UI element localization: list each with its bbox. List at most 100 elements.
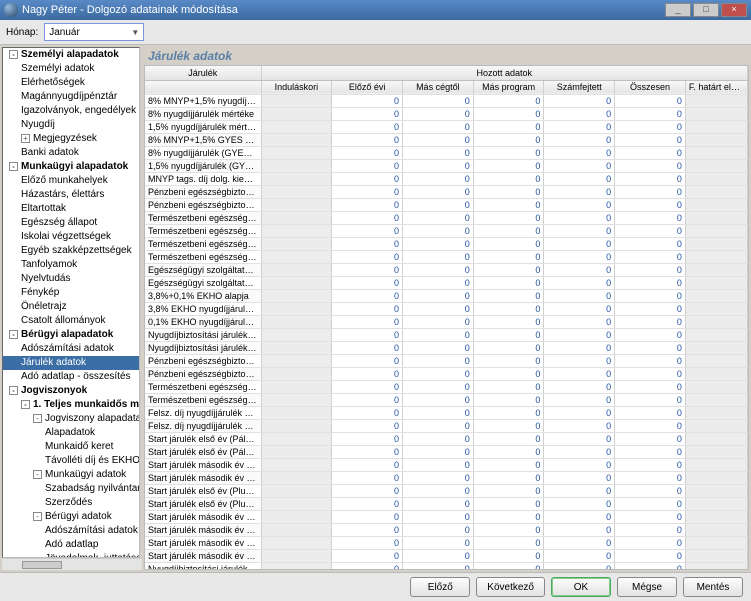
cell-value[interactable]: 0 [332, 497, 403, 510]
collapse-icon[interactable]: - [33, 414, 42, 423]
cell-value[interactable]: 0 [402, 497, 473, 510]
cell-value[interactable]: 0 [332, 328, 403, 341]
cell-value[interactable]: 0 [402, 380, 473, 393]
table-row[interactable]: Start járulék második év (Extra) mér…000… [145, 549, 748, 562]
cell-value[interactable]: 0 [544, 562, 615, 570]
table-row[interactable]: MNYP tags. díj dolg. kieg. mértéke00000 [145, 172, 748, 185]
cell-value[interactable]: 0 [615, 406, 686, 419]
cell-indulaskori[interactable] [261, 458, 332, 471]
cell-value[interactable]: 0 [473, 224, 544, 237]
cell-value[interactable]: 0 [615, 354, 686, 367]
cell-value[interactable]: 0 [615, 549, 686, 562]
cell-value[interactable]: 0 [473, 172, 544, 185]
cell-indulaskori[interactable] [261, 185, 332, 198]
cell-value[interactable]: 0 [402, 536, 473, 549]
tree-item[interactable]: Alapadatok [3, 426, 139, 440]
cell-value[interactable]: 0 [402, 94, 473, 107]
cell-value[interactable]: 0 [544, 289, 615, 302]
cell-indulaskori[interactable] [261, 224, 332, 237]
cell-value[interactable]: 0 [473, 445, 544, 458]
cell-value[interactable]: 0 [544, 432, 615, 445]
cell-indulaskori[interactable] [261, 445, 332, 458]
cell-value[interactable]: 0 [332, 211, 403, 224]
cell-value[interactable]: 0 [615, 159, 686, 172]
cell-value[interactable]: 0 [402, 250, 473, 263]
month-dropdown[interactable]: Január ▼ [44, 23, 144, 41]
table-row[interactable]: 8% nyugdíjjárulék mértéke00000 [145, 107, 748, 120]
tree-item[interactable]: -Jogviszonyok [3, 384, 139, 398]
cell-value[interactable]: 0 [332, 484, 403, 497]
cell-value[interactable]: 0 [615, 380, 686, 393]
cell-value[interactable]: 0 [615, 445, 686, 458]
cell-value[interactable]: 0 [402, 341, 473, 354]
cell-value[interactable]: 0 [473, 497, 544, 510]
tree-item[interactable]: -Jogviszony alapadatai [3, 412, 139, 426]
cell-value[interactable]: 0 [332, 315, 403, 328]
cell-value[interactable]: 0 [402, 198, 473, 211]
table-row[interactable]: Egészségügyi szolgáltatási járulék m…000… [145, 276, 748, 289]
collapse-icon[interactable]: - [33, 512, 42, 521]
tree-item[interactable]: -Személyi alapadatok [3, 48, 139, 62]
tree-item[interactable]: Önéletrajz [3, 300, 139, 314]
table-row[interactable]: Pénzbeni egészségbiztosítási járulé…0000… [145, 367, 748, 380]
cell-value[interactable]: 0 [402, 159, 473, 172]
cell-value[interactable]: 0 [402, 302, 473, 315]
cell-value[interactable]: 0 [615, 458, 686, 471]
cell-value[interactable]: 0 [544, 302, 615, 315]
tree-item[interactable]: Nyelvtudás [3, 272, 139, 286]
cell-value[interactable]: 0 [615, 120, 686, 133]
minimize-button[interactable]: _ [665, 3, 691, 17]
table-row[interactable]: 0,1% EKHO nyugdíjjárulék mértéke00000 [145, 315, 748, 328]
cell-value[interactable]: 0 [473, 510, 544, 523]
cell-value[interactable]: 0 [544, 497, 615, 510]
table-row[interactable]: Start járulék első év (Plusz) alapja0000… [145, 484, 748, 497]
cell-value[interactable]: 0 [615, 328, 686, 341]
tree-item[interactable]: Tanfolyamok [3, 258, 139, 272]
cell-value[interactable]: 0 [615, 146, 686, 159]
cell-value[interactable]: 0 [615, 471, 686, 484]
table-row[interactable]: 3,8% EKHO nyugdíjjárulék mértéke00000 [145, 302, 748, 315]
navigation-tree[interactable]: -Személyi alapadatokSzemélyi adatokElérh… [2, 47, 140, 558]
cell-indulaskori[interactable] [261, 120, 332, 133]
cell-value[interactable]: 0 [544, 328, 615, 341]
cell-value[interactable]: 0 [402, 523, 473, 536]
cell-value[interactable]: 0 [332, 510, 403, 523]
tree-item[interactable]: Egészség állapot [3, 216, 139, 230]
table-row[interactable]: Start járulék első év (Pályakezdő) al…00… [145, 432, 748, 445]
table-row[interactable]: Természetbeni egészségbizt. járulé…00000 [145, 250, 748, 263]
cell-value[interactable]: 0 [615, 94, 686, 107]
cell-value[interactable]: 0 [544, 445, 615, 458]
cell-indulaskori[interactable] [261, 510, 332, 523]
cell-value[interactable]: 0 [615, 276, 686, 289]
cell-value[interactable]: 0 [473, 471, 544, 484]
cell-value[interactable]: 0 [473, 133, 544, 146]
cell-value[interactable]: 0 [544, 276, 615, 289]
cell-value[interactable]: 0 [473, 211, 544, 224]
cell-indulaskori[interactable] [261, 471, 332, 484]
maximize-button[interactable]: □ [693, 3, 719, 17]
cell-value[interactable]: 0 [473, 159, 544, 172]
cell-indulaskori[interactable] [261, 107, 332, 120]
cell-value[interactable]: 0 [402, 445, 473, 458]
tree-item[interactable]: Szabadság nyilvántartás [3, 482, 139, 496]
cell-value[interactable]: 0 [473, 393, 544, 406]
cell-value[interactable]: 0 [402, 211, 473, 224]
cell-value[interactable]: 0 [332, 445, 403, 458]
cell-value[interactable]: 0 [473, 419, 544, 432]
cell-value[interactable]: 0 [332, 406, 403, 419]
tree-item[interactable]: Iskolai végzettségek [3, 230, 139, 244]
cell-value[interactable]: 0 [473, 484, 544, 497]
cell-indulaskori[interactable] [261, 328, 332, 341]
prev-button[interactable]: Előző [410, 577, 470, 597]
cell-value[interactable]: 0 [544, 94, 615, 107]
table-row[interactable]: Természetbeni egészségbiztosítási …00000 [145, 224, 748, 237]
cell-value[interactable]: 0 [544, 198, 615, 211]
cell-value[interactable]: 0 [544, 315, 615, 328]
tree-item[interactable]: -1. Teljes munkaidős munkaviszo… [3, 398, 139, 412]
close-button[interactable]: × [721, 3, 747, 17]
cell-value[interactable]: 0 [615, 341, 686, 354]
tree-item[interactable]: -Munkaügyi alapadatok [3, 160, 139, 174]
cell-indulaskori[interactable] [261, 341, 332, 354]
cell-value[interactable]: 0 [402, 406, 473, 419]
table-row[interactable]: Természetbeni egészségbiztosítási j…0000… [145, 393, 748, 406]
